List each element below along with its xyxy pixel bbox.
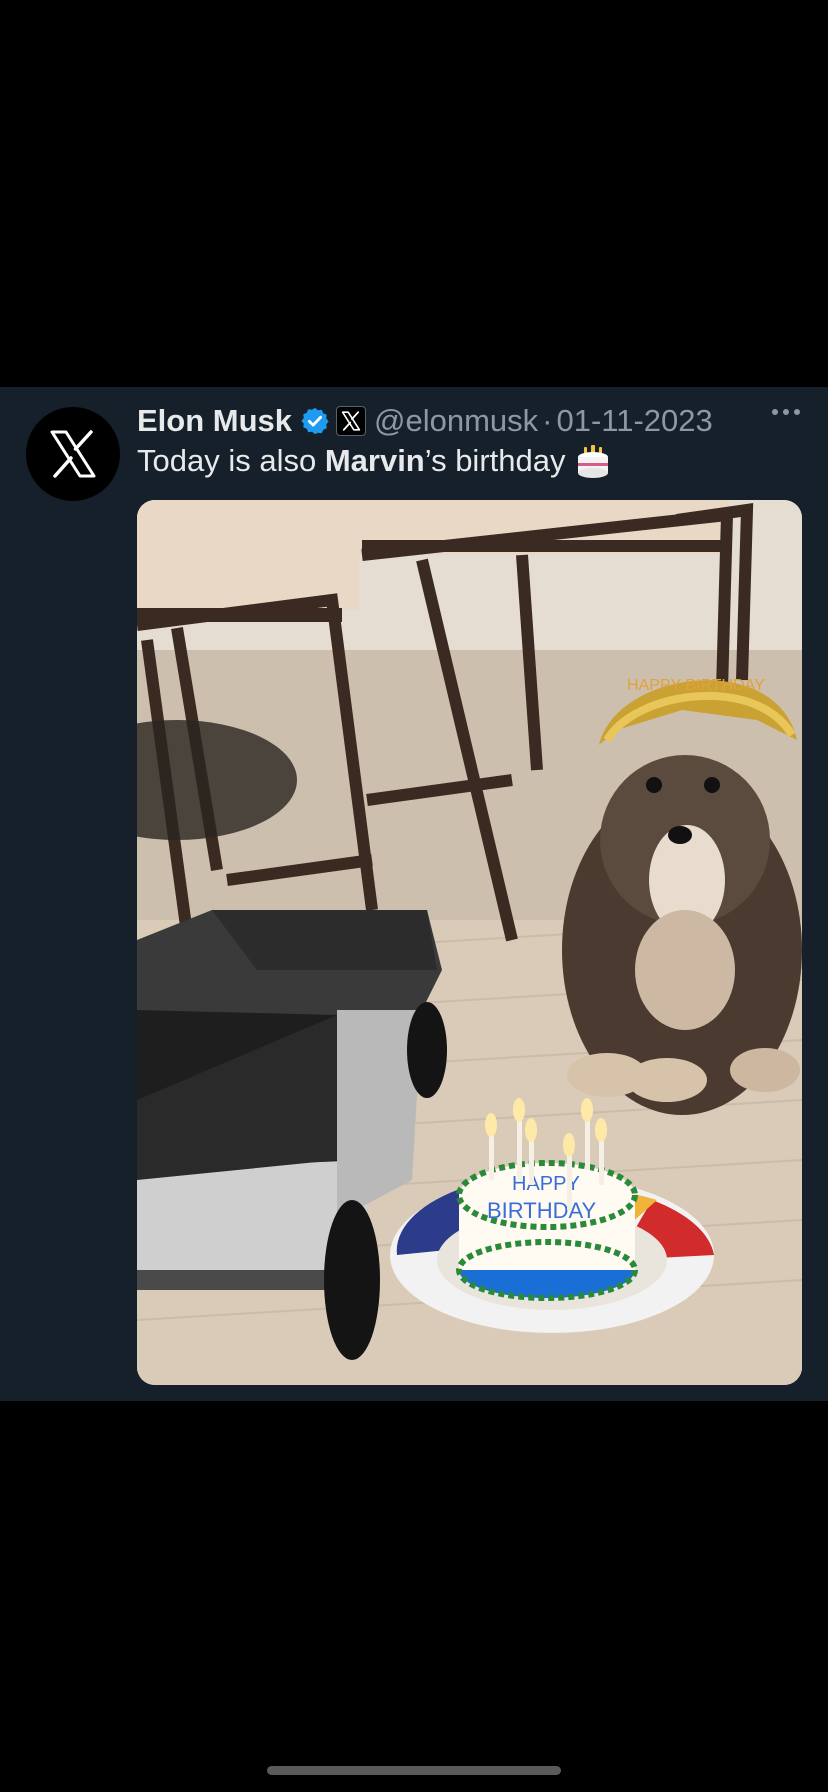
x-logo-icon xyxy=(50,430,96,478)
birthday-cake-emoji-icon xyxy=(575,443,611,479)
tweet-text-before: Today is also xyxy=(137,443,325,478)
tweet-date[interactable]: 01-11-2023 xyxy=(557,403,713,439)
author-avatar[interactable] xyxy=(26,407,120,501)
affiliation-x-icon[interactable] xyxy=(336,406,367,436)
more-dots-icon[interactable] xyxy=(772,409,800,415)
tweet-card[interactable]: Elon Musk @elonmusk · 01-11-2023 Today i… xyxy=(0,387,828,1401)
separator-dot: · xyxy=(542,403,553,438)
tweet-text-after: ’s birthday xyxy=(424,443,566,478)
verified-badge-icon[interactable] xyxy=(300,406,330,436)
tweet-header: Elon Musk @elonmusk · 01-11-2023 xyxy=(137,401,777,441)
home-indicator[interactable] xyxy=(267,1766,561,1775)
cake-line-2: BIRTHDAY xyxy=(487,1198,597,1223)
photo-dog-birthday-cake-cybertruck: HAPPY BIRTHDAY HAPPY BIRTHDAY xyxy=(137,500,802,1385)
author-name[interactable]: Elon Musk xyxy=(137,403,292,439)
tiara-text: HAPPY BIRTHDAY xyxy=(627,677,765,694)
tweet-text-bold: Marvin xyxy=(324,443,425,478)
tweet-text: Today is also Marvin ’s birthday xyxy=(137,443,611,479)
tweet-media-photo[interactable]: HAPPY BIRTHDAY HAPPY BIRTHDAY xyxy=(137,500,802,1385)
author-handle[interactable]: @elonmusk xyxy=(374,403,538,439)
